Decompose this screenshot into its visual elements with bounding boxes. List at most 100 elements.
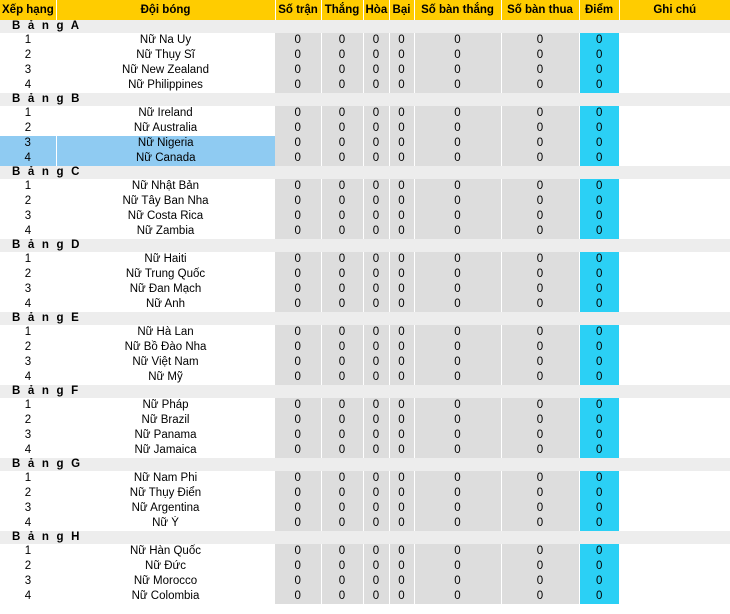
cell-ga: 0 bbox=[501, 121, 580, 136]
cell-pts: 0 bbox=[579, 340, 619, 355]
cell-d: 0 bbox=[363, 486, 390, 501]
table-row[interactable]: 2 Nữ Tây Ban Nha 0 0 0 0 0 0 0 bbox=[0, 194, 730, 209]
group-header-row: B ả n g E bbox=[0, 312, 730, 325]
cell-mp: 0 bbox=[275, 413, 322, 428]
table-row[interactable]: 2 Nữ Brazil 0 0 0 0 0 0 0 bbox=[0, 413, 730, 428]
cell-mp: 0 bbox=[275, 443, 322, 458]
cell-rank: 1 bbox=[0, 471, 56, 486]
table-row[interactable]: 4 Nữ Ý0000000 bbox=[0, 516, 730, 531]
table-row[interactable]: 4 Nữ Jamaica 0 0 0 0 0 0 0 bbox=[0, 443, 730, 458]
cell-note bbox=[619, 252, 730, 267]
cell-note bbox=[619, 179, 730, 194]
cell-w: 0 bbox=[321, 370, 364, 385]
cell-rank: 4 bbox=[0, 443, 56, 458]
cell-pts: 0 bbox=[579, 428, 619, 443]
table-row[interactable]: 1 Nữ Pháp 0 0 0 0 0 0 0 bbox=[0, 398, 730, 413]
group-header-cell: B ả n g F bbox=[0, 385, 730, 398]
table-row[interactable]: 1 Nữ Hà Lan 0 0 0 0 0 0 0 bbox=[0, 325, 730, 340]
cell-rank: 2 bbox=[0, 559, 56, 574]
cell-rank: 1 bbox=[0, 33, 56, 48]
cell-pts: 0 bbox=[579, 516, 619, 531]
column-header-ga[interactable]: Số bàn thua bbox=[501, 0, 580, 20]
table-row[interactable]: 1 Nữ Na Uy 0 0 0 0 0 0 0 bbox=[0, 33, 730, 48]
cell-mp: 0 bbox=[275, 559, 322, 574]
table-row[interactable]: 3 Nữ Costa Rica 0 0 0 0 0 0 0 bbox=[0, 209, 730, 224]
group-header-row: B ả n g B bbox=[0, 93, 730, 106]
column-header-w[interactable]: Thắng bbox=[321, 0, 364, 20]
cell-l: 0 bbox=[389, 486, 415, 501]
table-row[interactable]: 3 Nữ Argentina 0 0 0 0 0 0 0 bbox=[0, 501, 730, 516]
cell-note bbox=[619, 224, 730, 239]
cell-note bbox=[619, 209, 730, 224]
group-label: B ả n g B bbox=[12, 93, 82, 105]
cell-gf: 0 bbox=[414, 559, 502, 574]
table-row[interactable]: 1 Nữ Haiti 0 0 0 0 0 0 0 bbox=[0, 252, 730, 267]
column-header-rank[interactable]: Xếp hạng bbox=[0, 0, 57, 20]
cell-w: 0 bbox=[321, 355, 364, 370]
cell-mp: 0 bbox=[275, 428, 322, 443]
cell-d: 0 bbox=[363, 78, 390, 93]
column-header-team[interactable]: Đội bóng bbox=[56, 0, 276, 20]
cell-w: 0 bbox=[321, 63, 364, 78]
cell-rank: 1 bbox=[0, 544, 56, 559]
table-row[interactable]: 3 Nữ Morocco 0 0 0 0 0 0 0 bbox=[0, 574, 730, 589]
cell-ga: 0 bbox=[501, 544, 580, 559]
cell-mp: 0 bbox=[275, 136, 322, 151]
table-row[interactable]: 1 Nữ Ireland 0 0 0 0 0 0 0 bbox=[0, 106, 730, 121]
table-row[interactable]: 4 Nữ Colombia 0 0 0 0 0 0 0 bbox=[0, 589, 730, 604]
cell-ga: 0 bbox=[501, 106, 580, 121]
column-header-pts[interactable]: Điểm bbox=[579, 0, 620, 20]
cell-gf: 0 bbox=[414, 267, 502, 282]
cell-w: 0 bbox=[321, 224, 364, 239]
cell-note bbox=[619, 63, 730, 78]
cell-team: Nữ Colombia bbox=[56, 589, 275, 604]
table-row[interactable]: 4 Nữ Anh 0 0 0 0 0 0 0 bbox=[0, 297, 730, 312]
table-row[interactable]: 1 Nữ Hàn Quốc 0 0 0 0 0 0 0 bbox=[0, 544, 730, 559]
cell-l: 0 bbox=[389, 398, 415, 413]
column-header-d[interactable]: Hòa bbox=[363, 0, 390, 20]
cell-pts: 0 bbox=[579, 589, 619, 604]
cell-note bbox=[619, 121, 730, 136]
table-row[interactable]: 2 Nữ Thụy Sĩ 0 0 0 0 0 0 0 bbox=[0, 48, 730, 63]
table-row[interactable]: 2 Nữ Trung Quốc 0 0 0 0 0 0 0 bbox=[0, 267, 730, 282]
table-row[interactable]: 3 Nữ New Zealand 0 0 0 0 0 0 0 bbox=[0, 63, 730, 78]
cell-w: 0 bbox=[321, 179, 364, 194]
cell-l: 0 bbox=[389, 340, 415, 355]
column-header-mp[interactable]: Số trận bbox=[275, 0, 322, 20]
column-header-note[interactable]: Ghi chú bbox=[619, 0, 730, 20]
table-row[interactable]: 3 Nữ Panama 0 0 0 0 0 0 0 bbox=[0, 428, 730, 443]
cell-ga: 0 bbox=[501, 78, 580, 93]
cell-ga: 0 bbox=[501, 559, 580, 574]
cell-d: 0 bbox=[363, 106, 390, 121]
cell-note bbox=[619, 151, 730, 166]
cell-gf: 0 bbox=[414, 574, 502, 589]
column-header-gf[interactable]: Số bàn thắng bbox=[414, 0, 502, 20]
cell-w: 0 bbox=[321, 428, 364, 443]
table-row[interactable]: 4 Nữ Canada 0 0 0 0 0 0 0 bbox=[0, 151, 730, 166]
table-row[interactable]: 2 Nữ Bồ Đào Nha 0 0 0 0 0 0 0 bbox=[0, 340, 730, 355]
table-row[interactable]: 2 Nữ Đức 0 0 0 0 0 0 0 bbox=[0, 559, 730, 574]
cell-ga: 0 bbox=[501, 340, 580, 355]
cell-mp: 0 bbox=[275, 209, 322, 224]
table-row[interactable]: 4 Nữ Zambia 0 0 0 0 0 0 0 bbox=[0, 224, 730, 239]
cell-rank: 2 bbox=[0, 340, 56, 355]
table-row[interactable]: 3 Nữ Việt Nam 0 0 0 0 0 0 0 bbox=[0, 355, 730, 370]
table-row[interactable]: 4 Nữ Philippines 0 0 0 0 0 0 0 bbox=[0, 78, 730, 93]
cell-gf: 0 bbox=[414, 224, 502, 239]
table-row[interactable]: 2 Nữ Australia 0 0 0 0 0 0 0 bbox=[0, 121, 730, 136]
cell-note bbox=[619, 471, 730, 486]
group-label: B ả n g A bbox=[12, 20, 82, 32]
table-row[interactable]: 3 Nữ Đan Mạch 0 0 0 0 0 0 0 bbox=[0, 282, 730, 297]
cell-mp: 0 bbox=[275, 501, 322, 516]
group-standings-table: Xếp hạng Đội bóng Số trận Thắng Hòa Bại Số bàn… bbox=[0, 0, 730, 604]
cell-l: 0 bbox=[389, 63, 415, 78]
cell-mp: 0 bbox=[275, 340, 322, 355]
table-row[interactable]: 4 Nữ Mỹ 0 0 0 0 0 0 0 bbox=[0, 370, 730, 385]
table-row[interactable]: 1 Nữ Nam Phi 0 0 0 0 0 0 0 bbox=[0, 471, 730, 486]
cell-team: Nữ Australia bbox=[56, 121, 275, 136]
table-row[interactable]: 2 Nữ Thụy Điển 0 0 0 0 0 0 0 bbox=[0, 486, 730, 501]
column-header-l[interactable]: Bại bbox=[389, 0, 415, 20]
table-row[interactable]: 1 Nữ Nhật Bản 0 0 0 0 0 0 0 bbox=[0, 179, 730, 194]
cell-rank: 1 bbox=[0, 106, 56, 121]
table-row[interactable]: 3 Nữ Nigeria 0 0 0 0 0 0 0 bbox=[0, 136, 730, 151]
